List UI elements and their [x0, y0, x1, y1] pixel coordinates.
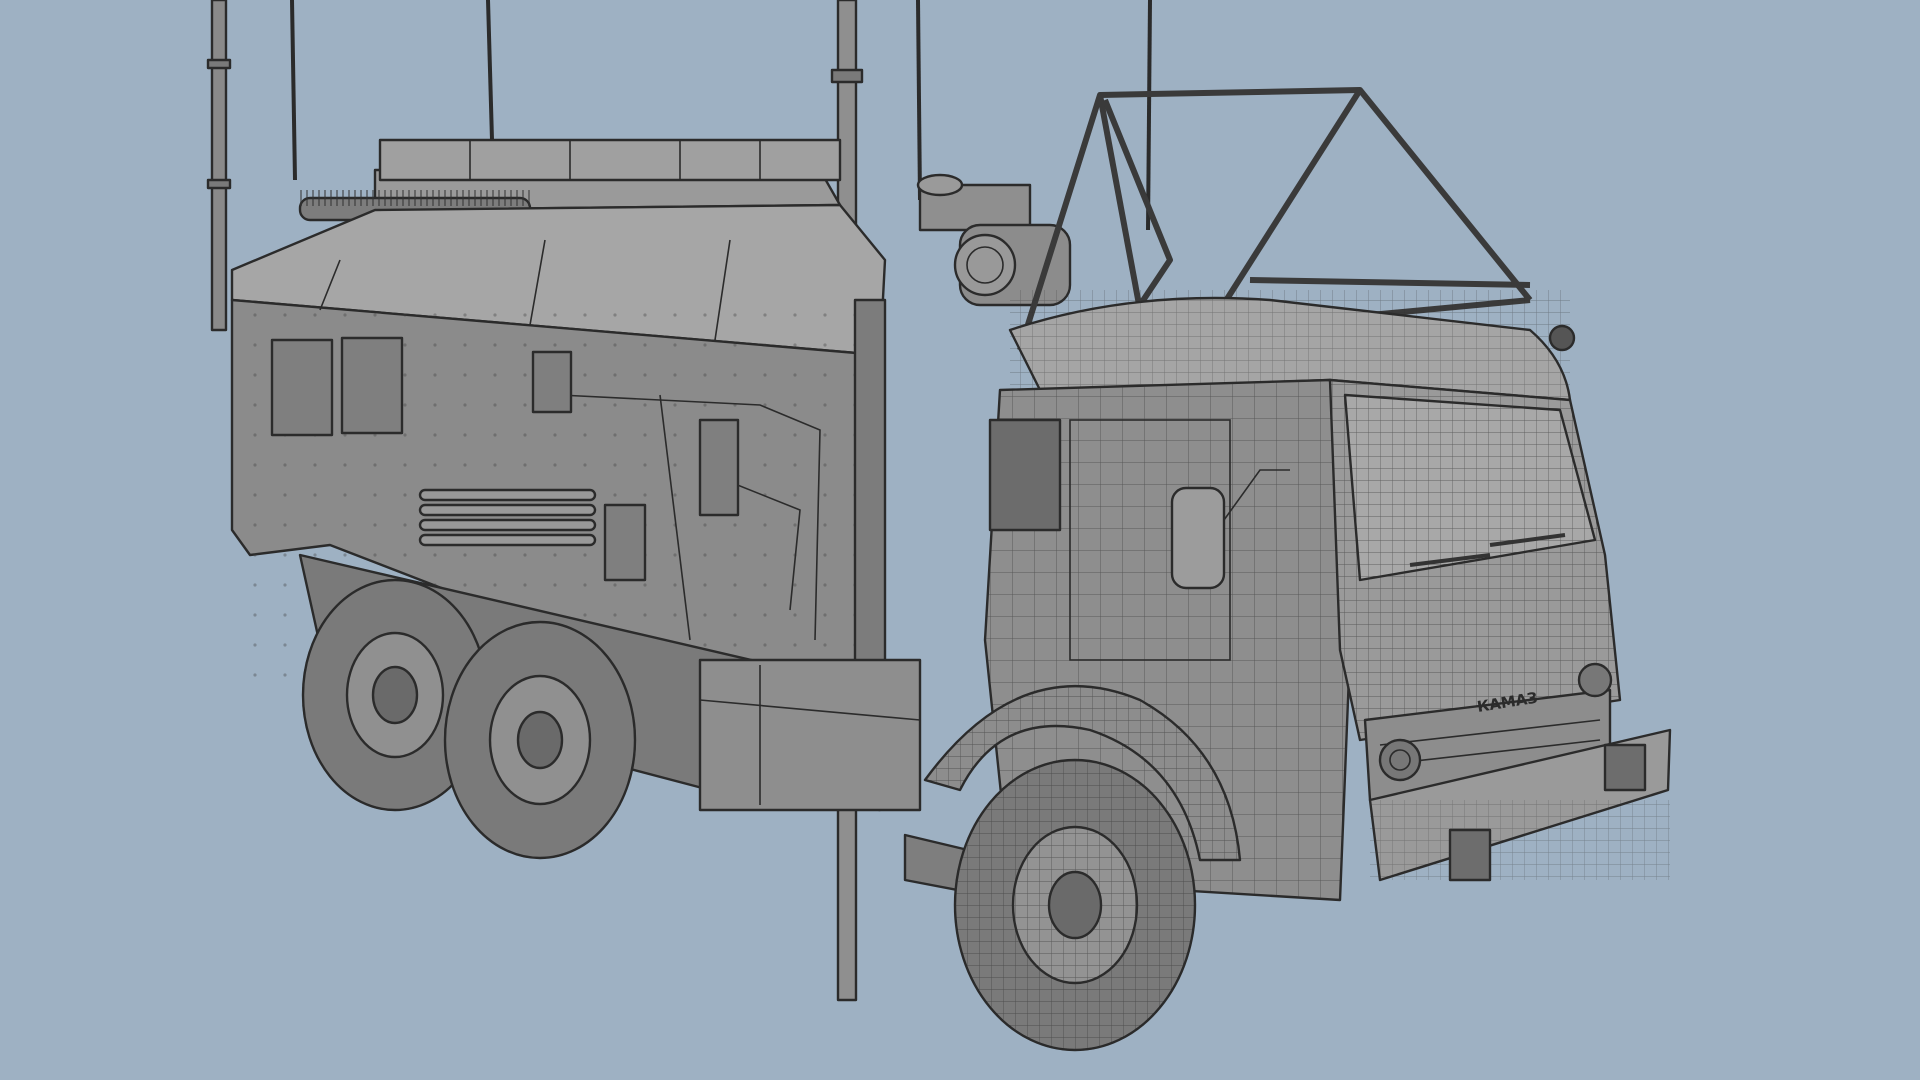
headlight-left — [1378, 738, 1422, 782]
side-mirror — [1170, 486, 1226, 590]
hatch-1 — [270, 338, 334, 437]
hatch-5 — [603, 503, 647, 582]
side-window — [988, 418, 1062, 532]
tow-hook-right — [1603, 743, 1647, 792]
hatch-4 — [698, 418, 740, 517]
vent-cap — [916, 173, 964, 197]
whip-antenna-2 — [486, 0, 494, 141]
wheel-rear-2 — [443, 620, 637, 860]
headlight-right — [1577, 662, 1613, 698]
whip-antenna-4 — [1146, 0, 1152, 231]
mast-left — [210, 0, 228, 332]
tow-hook-left — [1448, 828, 1492, 882]
whip-antenna-1 — [290, 0, 297, 181]
roof-lamp — [1548, 324, 1576, 352]
fuel-tank — [698, 658, 922, 812]
whip-antenna-3 — [916, 0, 922, 201]
3d-viewport[interactable]: КАМАЗ — [0, 0, 1920, 1080]
hatch-2 — [340, 336, 404, 435]
hatch-3 — [531, 350, 573, 414]
truck-wireframe-render: КАМАЗ — [206, 0, 1672, 1052]
wheel-front — [953, 758, 1197, 1052]
